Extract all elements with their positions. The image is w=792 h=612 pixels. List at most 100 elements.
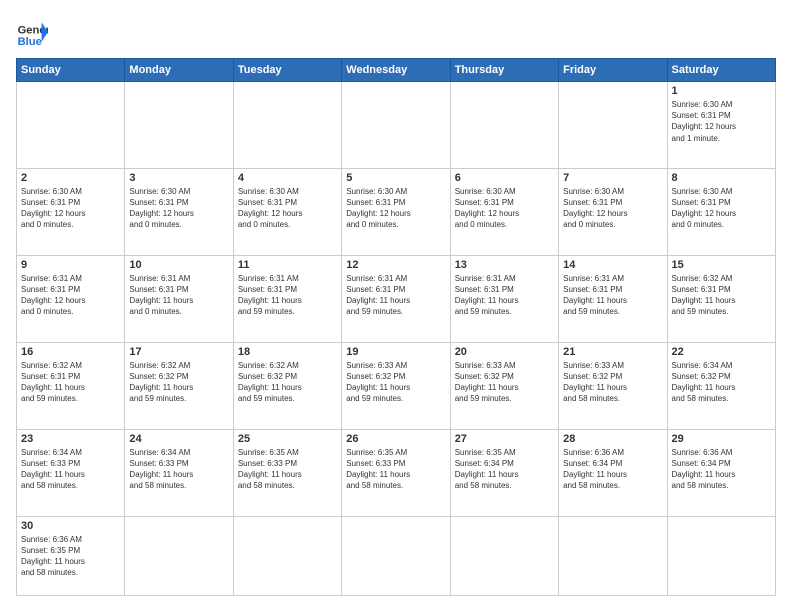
calendar-day-header: Friday: [559, 59, 667, 82]
day-info: Sunrise: 6:36 AM Sunset: 6:34 PM Dayligh…: [563, 447, 662, 492]
day-number: 9: [21, 259, 120, 271]
day-info: Sunrise: 6:33 AM Sunset: 6:32 PM Dayligh…: [563, 360, 662, 405]
day-info: Sunrise: 6:35 AM Sunset: 6:33 PM Dayligh…: [238, 447, 337, 492]
day-info: Sunrise: 6:30 AM Sunset: 6:31 PM Dayligh…: [672, 99, 771, 144]
day-number: 7: [563, 172, 662, 184]
day-number: 26: [346, 433, 445, 445]
day-info: Sunrise: 6:30 AM Sunset: 6:31 PM Dayligh…: [346, 186, 445, 231]
day-number: 28: [563, 433, 662, 445]
day-info: Sunrise: 6:30 AM Sunset: 6:31 PM Dayligh…: [672, 186, 771, 231]
day-info: Sunrise: 6:33 AM Sunset: 6:32 PM Dayligh…: [346, 360, 445, 405]
calendar-cell: [342, 516, 450, 595]
calendar-cell: 17Sunrise: 6:32 AM Sunset: 6:32 PM Dayli…: [125, 342, 233, 429]
calendar-cell: 10 Sunrise: 6:31 AM Sunset: 6:31 PM Dayli…: [125, 255, 233, 342]
calendar-day-header: Tuesday: [233, 59, 341, 82]
day-number: 25: [238, 433, 337, 445]
calendar-table: SundayMondayTuesdayWednesdayThursdayFrid…: [16, 58, 776, 596]
day-info: Sunrise: 6:36 AM Sunset: 6:35 PM Dayligh…: [21, 534, 120, 579]
calendar-week-row: 23Sunrise: 6:34 AM Sunset: 6:33 PM Dayli…: [17, 429, 776, 516]
day-number: 22: [672, 346, 771, 358]
calendar-cell: 3Sunrise: 6:30 AM Sunset: 6:31 PM Daylig…: [125, 168, 233, 255]
day-number: 16: [21, 346, 120, 358]
calendar-cell: 25 Sunrise: 6:35 AM Sunset: 6:33 PM Dayli…: [233, 429, 341, 516]
calendar-cell: 22 Sunrise: 6:34 AM Sunset: 6:32 PM Dayli…: [667, 342, 775, 429]
day-info: Sunrise: 6:31 AM Sunset: 6:31 PM Dayligh…: [238, 273, 337, 318]
day-info: Sunrise: 6:31 AM Sunset: 6:31 PM Dayligh…: [346, 273, 445, 318]
day-info: Sunrise: 6:31 AM Sunset: 6:31 PM Dayligh…: [129, 273, 228, 318]
calendar-cell: [233, 82, 341, 169]
day-info: Sunrise: 6:32 AM Sunset: 6:32 PM Dayligh…: [238, 360, 337, 405]
day-number: 20: [455, 346, 554, 358]
calendar-cell: 23Sunrise: 6:34 AM Sunset: 6:33 PM Dayli…: [17, 429, 125, 516]
calendar-cell: [559, 516, 667, 595]
calendar-cell: [125, 82, 233, 169]
calendar-week-row: 16 Sunrise: 6:32 AM Sunset: 6:31 PM Dayli…: [17, 342, 776, 429]
calendar-cell: 26 Sunrise: 6:35 AM Sunset: 6:33 PM Dayli…: [342, 429, 450, 516]
logo-icon: General Blue: [16, 16, 48, 48]
day-number: 15: [672, 259, 771, 271]
day-info: Sunrise: 6:32 AM Sunset: 6:32 PM Dayligh…: [129, 360, 228, 405]
calendar-cell: 19 Sunrise: 6:33 AM Sunset: 6:32 PM Dayli…: [342, 342, 450, 429]
calendar-cell: [450, 82, 558, 169]
calendar-cell: 8 Sunrise: 6:30 AM Sunset: 6:31 PM Daylig…: [667, 168, 775, 255]
calendar-week-row: 2 Sunrise: 6:30 AM Sunset: 6:31 PM Daylig…: [17, 168, 776, 255]
day-number: 24: [129, 433, 228, 445]
day-number: 21: [563, 346, 662, 358]
calendar-cell: [667, 516, 775, 595]
calendar-header-row: SundayMondayTuesdayWednesdayThursdayFrid…: [17, 59, 776, 82]
day-info: Sunrise: 6:30 AM Sunset: 6:31 PM Dayligh…: [238, 186, 337, 231]
calendar-cell: 1Sunrise: 6:30 AM Sunset: 6:31 PM Daylig…: [667, 82, 775, 169]
calendar-cell: 6Sunrise: 6:30 AM Sunset: 6:31 PM Daylig…: [450, 168, 558, 255]
calendar-cell: 4 Sunrise: 6:30 AM Sunset: 6:31 PM Daylig…: [233, 168, 341, 255]
day-info: Sunrise: 6:35 AM Sunset: 6:33 PM Dayligh…: [346, 447, 445, 492]
calendar-cell: 11 Sunrise: 6:31 AM Sunset: 6:31 PM Dayli…: [233, 255, 341, 342]
day-number: 2: [21, 172, 120, 184]
calendar-cell: 20 Sunrise: 6:33 AM Sunset: 6:32 PM Dayli…: [450, 342, 558, 429]
calendar-week-row: 1Sunrise: 6:30 AM Sunset: 6:31 PM Daylig…: [17, 82, 776, 169]
calendar-day-header: Saturday: [667, 59, 775, 82]
calendar-cell: 28 Sunrise: 6:36 AM Sunset: 6:34 PM Dayli…: [559, 429, 667, 516]
day-info: Sunrise: 6:31 AM Sunset: 6:31 PM Dayligh…: [21, 273, 120, 318]
day-number: 12: [346, 259, 445, 271]
calendar-cell: 5 Sunrise: 6:30 AM Sunset: 6:31 PM Daylig…: [342, 168, 450, 255]
calendar-week-row: 9 Sunrise: 6:31 AM Sunset: 6:31 PM Daylig…: [17, 255, 776, 342]
page: General Blue SundayMondayTuesdayWednesda…: [0, 0, 792, 612]
day-number: 4: [238, 172, 337, 184]
day-number: 8: [672, 172, 771, 184]
day-number: 11: [238, 259, 337, 271]
calendar-cell: [125, 516, 233, 595]
day-info: Sunrise: 6:32 AM Sunset: 6:31 PM Dayligh…: [21, 360, 120, 405]
day-info: Sunrise: 6:32 AM Sunset: 6:31 PM Dayligh…: [672, 273, 771, 318]
calendar-cell: 18 Sunrise: 6:32 AM Sunset: 6:32 PM Dayli…: [233, 342, 341, 429]
day-info: Sunrise: 6:34 AM Sunset: 6:32 PM Dayligh…: [672, 360, 771, 405]
day-number: 27: [455, 433, 554, 445]
day-info: Sunrise: 6:35 AM Sunset: 6:34 PM Dayligh…: [455, 447, 554, 492]
calendar-cell: 9 Sunrise: 6:31 AM Sunset: 6:31 PM Daylig…: [17, 255, 125, 342]
calendar-cell: 16 Sunrise: 6:32 AM Sunset: 6:31 PM Dayli…: [17, 342, 125, 429]
day-info: Sunrise: 6:36 AM Sunset: 6:34 PM Dayligh…: [672, 447, 771, 492]
calendar-day-header: Thursday: [450, 59, 558, 82]
calendar-cell: 2 Sunrise: 6:30 AM Sunset: 6:31 PM Daylig…: [17, 168, 125, 255]
calendar-day-header: Sunday: [17, 59, 125, 82]
day-number: 19: [346, 346, 445, 358]
day-info: Sunrise: 6:31 AM Sunset: 6:31 PM Dayligh…: [563, 273, 662, 318]
day-number: 13: [455, 259, 554, 271]
calendar-cell: 30Sunrise: 6:36 AM Sunset: 6:35 PM Dayli…: [17, 516, 125, 595]
calendar-day-header: Monday: [125, 59, 233, 82]
calendar-cell: 27 Sunrise: 6:35 AM Sunset: 6:34 PM Dayli…: [450, 429, 558, 516]
calendar-cell: [233, 516, 341, 595]
calendar-cell: 29 Sunrise: 6:36 AM Sunset: 6:34 PM Dayli…: [667, 429, 775, 516]
day-number: 5: [346, 172, 445, 184]
day-number: 18: [238, 346, 337, 358]
calendar-cell: 21 Sunrise: 6:33 AM Sunset: 6:32 PM Dayli…: [559, 342, 667, 429]
day-number: 10: [129, 259, 228, 271]
svg-text:Blue: Blue: [18, 36, 42, 48]
calendar-cell: [342, 82, 450, 169]
day-info: Sunrise: 6:33 AM Sunset: 6:32 PM Dayligh…: [455, 360, 554, 405]
calendar-cell: 7Sunrise: 6:30 AM Sunset: 6:31 PM Daylig…: [559, 168, 667, 255]
day-info: Sunrise: 6:30 AM Sunset: 6:31 PM Dayligh…: [21, 186, 120, 231]
calendar-day-header: Wednesday: [342, 59, 450, 82]
day-info: Sunrise: 6:30 AM Sunset: 6:31 PM Dayligh…: [129, 186, 228, 231]
header: General Blue: [16, 16, 776, 48]
day-number: 29: [672, 433, 771, 445]
